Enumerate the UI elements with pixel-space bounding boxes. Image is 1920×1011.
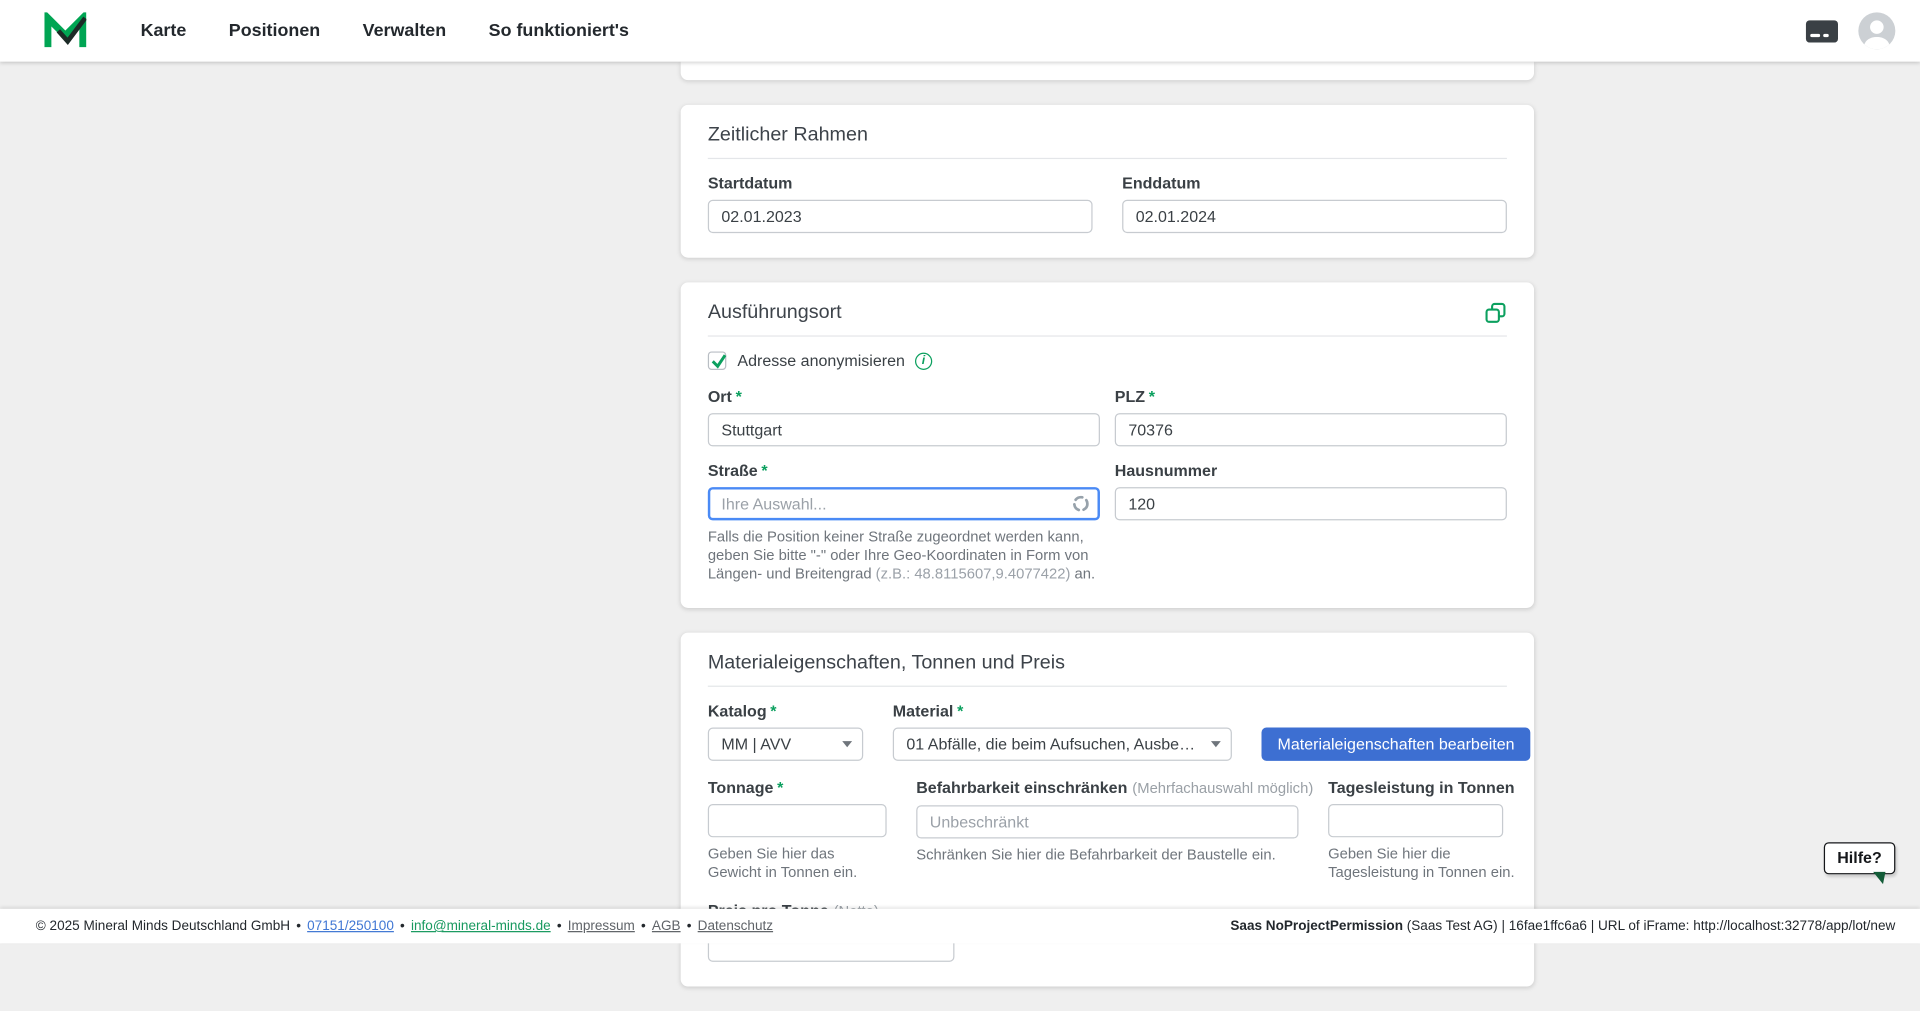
footer-copyright: © 2025 Mineral Minds Deutschland GmbH xyxy=(36,919,290,934)
strasse-input[interactable] xyxy=(708,487,1100,520)
tonnage-input[interactable] xyxy=(708,804,887,837)
footer-app-name: Saas NoProjectPermission xyxy=(1230,919,1403,934)
location-title: Ausführungsort xyxy=(708,302,1507,337)
chevron-down-icon xyxy=(842,741,852,747)
anonymize-label: Adresse anonymisieren xyxy=(737,351,905,369)
card-icon[interactable] xyxy=(1805,19,1838,42)
main-nav: Karte Positionen Verwalten So funktionie… xyxy=(141,20,666,42)
footer-impressum-link[interactable]: Impressum xyxy=(568,919,635,934)
nav-item-positionen[interactable]: Positionen xyxy=(229,21,320,41)
nav-item-so-funktionierts[interactable]: So funktioniert's xyxy=(489,21,629,41)
card-partial-top xyxy=(681,62,1534,80)
plz-label: PLZ* xyxy=(1115,387,1507,405)
required-marker: * xyxy=(761,461,767,479)
strasse-hint: Falls die Position keiner Straße zugeord… xyxy=(708,528,1100,583)
footer-right: Saas NoProjectPermission (Saas Test AG) … xyxy=(1230,919,1895,934)
material-label: Material* xyxy=(893,702,1232,720)
ort-label: Ort* xyxy=(708,387,1100,405)
hausnummer-input[interactable] xyxy=(1115,487,1507,520)
footer-email-link[interactable]: info@mineral-minds.de xyxy=(411,919,551,934)
footer-separator: • xyxy=(641,919,646,934)
footer-datenschutz-link[interactable]: Datenschutz xyxy=(698,919,773,934)
footer: © 2025 Mineral Minds Deutschland GmbH • … xyxy=(0,909,1920,944)
edit-material-properties-button[interactable]: Materialeigenschaften bearbeiten xyxy=(1262,728,1531,761)
enddatum-label: Enddatum xyxy=(1122,174,1507,192)
mineral-minds-logo[interactable] xyxy=(44,12,86,49)
timeframe-title: Zeitlicher Rahmen xyxy=(708,125,1507,160)
footer-phone-link[interactable]: 07151/250100 xyxy=(307,919,394,934)
startdatum-label: Startdatum xyxy=(708,174,1093,192)
required-marker: * xyxy=(1149,387,1155,405)
card-timeframe: Zeitlicher Rahmen Startdatum Enddatum xyxy=(681,105,1534,258)
info-icon[interactable]: i xyxy=(915,352,932,369)
nav-item-karte[interactable]: Karte xyxy=(141,21,187,41)
plz-input[interactable] xyxy=(1115,413,1507,446)
required-marker: * xyxy=(957,702,963,720)
tagesleistung-input[interactable] xyxy=(1328,804,1503,837)
tonnage-label: Tonnage* xyxy=(708,778,887,796)
material-title: Materialeigenschaften, Tonnen und Preis xyxy=(708,652,1507,687)
spinner-icon xyxy=(1072,494,1090,512)
material-select[interactable]: 01 Abfälle, die beim Aufsuchen, Ausbeute… xyxy=(893,728,1232,761)
footer-app-details: (Saas Test AG) | 16fae1ffc6a6 | URL of i… xyxy=(1407,919,1896,934)
anonymize-row: Adresse anonymisieren i xyxy=(708,351,1507,369)
user-avatar-icon[interactable] xyxy=(1858,12,1895,49)
footer-agb-link[interactable]: AGB xyxy=(652,919,681,934)
navbar: Karte Positionen Verwalten So funktionie… xyxy=(0,0,1920,62)
nav-item-verwalten[interactable]: Verwalten xyxy=(363,21,446,41)
befahrbarkeit-input[interactable] xyxy=(916,805,1298,838)
hausnummer-label: Hausnummer xyxy=(1115,461,1507,479)
katalog-select[interactable]: MM | AVV xyxy=(708,728,863,761)
footer-left: © 2025 Mineral Minds Deutschland GmbH • … xyxy=(36,919,773,934)
befahrbarkeit-hint: Schränken Sie hier die Befahrbarkeit der… xyxy=(916,846,1298,864)
navbar-right xyxy=(1805,12,1895,49)
help-bubble-tail xyxy=(1873,872,1885,884)
copy-icon[interactable] xyxy=(1485,302,1507,324)
tagesleistung-hint: Geben Sie hier die Tagesleistung in Tonn… xyxy=(1328,845,1531,882)
lot-form: Zeitlicher Rahmen Startdatum Enddatum xyxy=(681,62,1534,1011)
footer-separator: • xyxy=(400,919,405,934)
footer-separator: • xyxy=(557,919,562,934)
strasse-label: Straße* xyxy=(708,461,1100,479)
enddatum-input[interactable] xyxy=(1122,200,1507,233)
startdatum-input[interactable] xyxy=(708,200,1093,233)
card-location: Ausführungsort Adresse anonymisieren i xyxy=(681,282,1534,608)
chevron-down-icon xyxy=(1211,741,1221,747)
required-marker: * xyxy=(770,702,776,720)
befahrbarkeit-label: Befahrbarkeit einschränken(Mehrfachauswa… xyxy=(916,778,1298,798)
footer-separator: • xyxy=(296,919,301,934)
footer-separator: • xyxy=(687,919,692,934)
katalog-label: Katalog* xyxy=(708,702,863,720)
tagesleistung-label: Tagesleistung in Tonnen xyxy=(1328,778,1503,796)
help-button[interactable]: Hilfe? xyxy=(1824,842,1896,874)
tonnage-hint: Geben Sie hier das Gewicht in Tonnen ein… xyxy=(708,845,887,882)
required-marker: * xyxy=(777,778,783,796)
anonymize-checkbox[interactable] xyxy=(708,351,726,369)
ort-input[interactable] xyxy=(708,413,1100,446)
required-marker: * xyxy=(736,387,742,405)
